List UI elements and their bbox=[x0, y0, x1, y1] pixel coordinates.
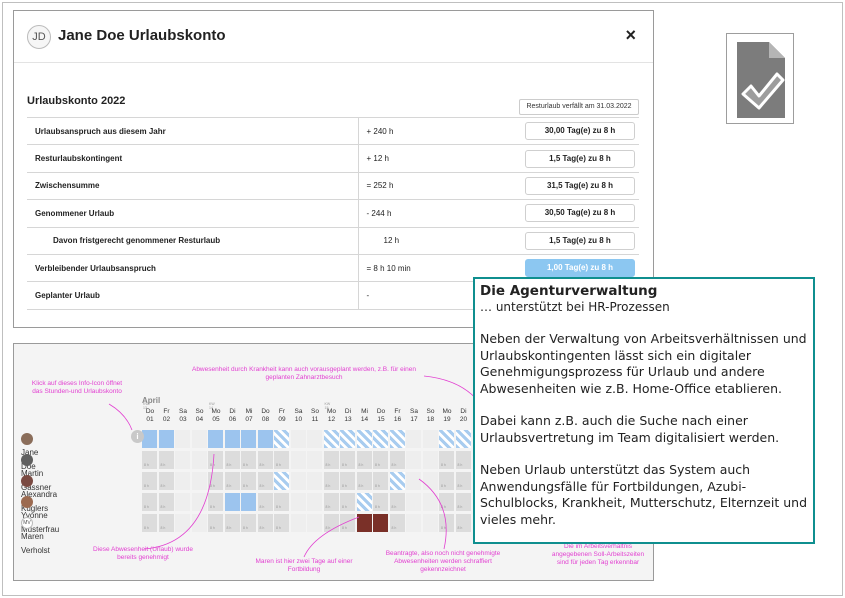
row-days: 30,00 Tag(e) zu 8 h bbox=[525, 122, 635, 141]
row-label: Urlaubsanspruch aus diesem Jahr bbox=[27, 116, 359, 145]
table-row: Davon fristgerecht genommener Resturlaub… bbox=[27, 226, 639, 255]
row-amount: + 12 h bbox=[358, 144, 508, 173]
row-days: 1,5 Tag(e) zu 8 h bbox=[525, 149, 635, 168]
textbox-subtitle: … unterstützt bei HR-Prozessen bbox=[480, 300, 670, 314]
row-days: 30,50 Tag(e) zu 8 h bbox=[525, 204, 635, 223]
info-textbox: Die Agenturverwaltung … unterstützt bei … bbox=[473, 277, 815, 544]
textbox-paragraph: Dabei kann z.B. auch die Suche nach eine… bbox=[480, 413, 780, 445]
avatar: JD bbox=[27, 25, 51, 49]
table-row: Resturlaubskontingent + 12 h 1,5 Tag(e) … bbox=[27, 144, 639, 173]
document-check-icon bbox=[726, 33, 794, 124]
row-days-highlight: 1,00 Tag(e) zu 8 h bbox=[525, 259, 635, 278]
row-label: Resturlaubskontingent bbox=[27, 144, 359, 173]
row-days: 31,5 Tag(e) zu 8 h bbox=[525, 176, 635, 195]
row-label: Verbleibender Urlaubsanspruch bbox=[27, 253, 359, 282]
row-amount: + 240 h bbox=[358, 116, 508, 145]
close-icon[interactable]: × bbox=[625, 26, 636, 44]
row-amount: 12 h bbox=[358, 226, 508, 255]
row-label: Zwischensumme bbox=[27, 171, 359, 200]
dialog-title: Jane Doe Urlaubskonto bbox=[58, 27, 226, 44]
table-row: Zwischensumme = 252 h 31,5 Tag(e) zu 8 h bbox=[27, 171, 639, 200]
row-label: Geplanter Urlaub bbox=[27, 281, 359, 310]
textbox-paragraph: Neben Urlaub unterstützt das System auch… bbox=[480, 462, 808, 527]
row-amount: = 252 h bbox=[358, 171, 508, 200]
expiry-note: Resturlaub verfällt am 31.03.2022 bbox=[519, 99, 639, 115]
table-row: Urlaubsanspruch aus diesem Jahr + 240 h … bbox=[27, 116, 639, 145]
row-amount: - 244 h bbox=[358, 199, 508, 228]
table-row: Genommener Urlaub - 244 h 30,50 Tag(e) z… bbox=[27, 199, 639, 228]
row-days: 1,5 Tag(e) zu 8 h bbox=[525, 231, 635, 250]
dialog-header: JD Jane Doe Urlaubskonto × bbox=[14, 11, 653, 63]
textbox-paragraph: Neben der Verwaltung von Arbeitsverhältn… bbox=[480, 331, 807, 396]
textbox-title: Die Agenturverwaltung bbox=[480, 283, 658, 299]
row-label: Genommener Urlaub bbox=[27, 199, 359, 228]
account-year-title: Urlaubskonto 2022 bbox=[27, 95, 126, 107]
row-label: Davon fristgerecht genommener Resturlaub bbox=[27, 226, 359, 255]
